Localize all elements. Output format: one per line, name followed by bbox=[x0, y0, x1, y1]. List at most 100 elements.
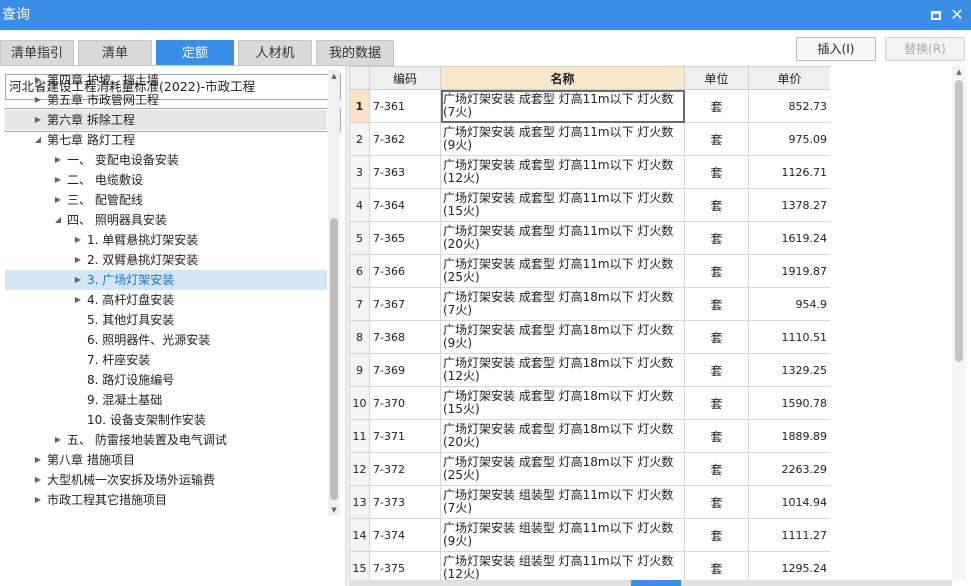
tree-item[interactable]: ▶ 市政工程其它措施项目 bbox=[5, 490, 327, 510]
triangle-right-icon[interactable]: ▶ bbox=[33, 470, 43, 490]
code-cell[interactable]: 7-365 bbox=[369, 221, 441, 255]
tree-item[interactable]: ▶ 2. 双臂悬挑灯架安装 bbox=[5, 250, 327, 270]
name-header[interactable]: 名称 bbox=[440, 66, 685, 90]
triangle-right-icon[interactable]: ▶ bbox=[53, 430, 63, 450]
table-row[interactable]: 15 7-375 广场灯架安装 组装型 灯高11m以下 灯火数(12火) 套 1295.… bbox=[349, 551, 830, 580]
triangle-right-icon[interactable]: ▶ bbox=[73, 270, 83, 290]
unit-cell[interactable]: 套 bbox=[684, 155, 749, 189]
replace-button[interactable]: 替换(R) bbox=[885, 37, 965, 61]
name-cell[interactable]: 广场灯架安装 成套型 灯高18m以下 灯火数(25火) bbox=[440, 452, 685, 486]
price-cell[interactable]: 975.09 bbox=[748, 122, 830, 156]
code-cell[interactable]: 7-371 bbox=[369, 419, 441, 453]
unit-cell[interactable]: 套 bbox=[684, 551, 749, 580]
unit-cell[interactable]: 套 bbox=[684, 89, 749, 123]
price-cell[interactable]: 1126.71 bbox=[748, 155, 830, 189]
row-number[interactable]: 7 bbox=[349, 287, 370, 321]
table-row[interactable]: 2 7-362 广场灯架安装 成套型 灯高11m以下 灯火数(9火) 套 975.09 bbox=[349, 122, 830, 156]
price-cell[interactable]: 1619.24 bbox=[748, 221, 830, 255]
triangle-right-icon[interactable]: ▶ bbox=[33, 70, 43, 90]
name-cell[interactable]: 广场灯架安装 组装型 灯高11m以下 灯火数(7火) bbox=[440, 485, 685, 519]
name-cell[interactable]: 广场灯架安装 成套型 灯高18m以下 灯火数(12火) bbox=[440, 353, 685, 387]
tree-item[interactable]: 9. 混凝土基础 bbox=[5, 390, 327, 410]
unit-cell[interactable]: 套 bbox=[684, 485, 749, 519]
name-cell[interactable]: 广场灯架安装 成套型 灯高18m以下 灯火数(15火) bbox=[440, 386, 685, 420]
name-cell[interactable]: 广场灯架安装 成套型 灯高18m以下 灯火数(20火) bbox=[440, 419, 685, 453]
code-cell[interactable]: 7-363 bbox=[369, 155, 441, 189]
code-cell[interactable]: 7-372 bbox=[369, 452, 441, 486]
row-number[interactable]: 14 bbox=[349, 518, 370, 552]
price-cell[interactable]: 1014.94 bbox=[748, 485, 830, 519]
table-row[interactable]: 9 7-369 广场灯架安装 成套型 灯高18m以下 灯火数(12火) 套 1329.2… bbox=[349, 353, 830, 387]
unit-cell[interactable]: 套 bbox=[684, 419, 749, 453]
tree-item[interactable]: ◢ 第七章 路灯工程 bbox=[5, 130, 327, 150]
tab-bill-guide[interactable]: 清单指引 bbox=[0, 40, 74, 66]
triangle-right-icon[interactable]: ▶ bbox=[33, 110, 43, 130]
name-cell[interactable]: 广场灯架安装 成套型 灯高11m以下 灯火数(15火) bbox=[440, 188, 685, 222]
name-cell[interactable]: 广场灯架安装 成套型 灯高11m以下 灯火数(7火) bbox=[440, 89, 685, 123]
horizontal-scrollbar-thumb[interactable] bbox=[631, 580, 681, 586]
code-cell[interactable]: 7-366 bbox=[369, 254, 441, 288]
unit-cell[interactable]: 套 bbox=[684, 188, 749, 222]
name-cell[interactable]: 广场灯架安装 成套型 灯高11m以下 灯火数(20火) bbox=[440, 221, 685, 255]
tree-item[interactable]: ▶ 4. 高杆灯盘安装 bbox=[5, 290, 327, 310]
triangle-right-icon[interactable]: ▶ bbox=[53, 150, 63, 170]
tree-item[interactable]: ▶ 第八章 措施项目 bbox=[5, 450, 327, 470]
scroll-up-icon[interactable]: ▲ bbox=[952, 68, 966, 76]
table-row[interactable]: 7 7-367 广场灯架安装 成套型 灯高18m以下 灯火数(7火) 套 954.9 bbox=[349, 287, 830, 321]
table-row[interactable]: 10 7-370 广场灯架安装 成套型 灯高18m以下 灯火数(15火) 套 1590.… bbox=[349, 386, 830, 420]
tree-item[interactable]: ▶ 二、 电缆敷设 bbox=[5, 170, 327, 190]
price-cell[interactable]: 1889.89 bbox=[748, 419, 830, 453]
triangle-right-icon[interactable]: ▶ bbox=[33, 90, 43, 110]
tree-item[interactable]: ▶ 3. 广场灯架安装 bbox=[5, 270, 327, 290]
name-cell[interactable]: 广场灯架安装 成套型 灯高11m以下 灯火数(9火) bbox=[440, 122, 685, 156]
triangle-right-icon[interactable]: ▶ bbox=[33, 490, 43, 510]
tree-item[interactable]: ▶ 第四章 护坡、挡土墙 bbox=[5, 70, 327, 90]
tree-item[interactable]: ▶ 三、 配管配线 bbox=[5, 190, 327, 210]
tree-item[interactable]: ◢ 四、 照明器具安装 bbox=[5, 210, 327, 230]
code-cell[interactable]: 7-367 bbox=[369, 287, 441, 321]
table-scrollbar-thumb[interactable] bbox=[955, 80, 963, 362]
triangle-right-icon[interactable]: ▶ bbox=[73, 250, 83, 270]
triangle-down-icon[interactable]: ◢ bbox=[53, 210, 63, 230]
table-scrollbar[interactable]: ▲ bbox=[952, 66, 966, 580]
price-cell[interactable]: 852.73 bbox=[748, 89, 830, 123]
code-cell[interactable]: 7-370 bbox=[369, 386, 441, 420]
price-cell[interactable]: 2263.29 bbox=[748, 452, 830, 486]
table-row[interactable]: 6 7-366 广场灯架安装 成套型 灯高11m以下 灯火数(25火) 套 1919.8… bbox=[349, 254, 830, 288]
row-number[interactable]: 13 bbox=[349, 485, 370, 519]
row-number[interactable]: 15 bbox=[349, 551, 370, 580]
code-header[interactable]: 编码 bbox=[369, 66, 441, 90]
tree-item[interactable]: ▶ 第五章 市政管网工程 bbox=[5, 90, 327, 110]
price-cell[interactable]: 1590.78 bbox=[748, 386, 830, 420]
tab-bill[interactable]: 清单 bbox=[78, 40, 152, 66]
name-cell[interactable]: 广场灯架安装 成套型 灯高11m以下 灯火数(12火) bbox=[440, 155, 685, 189]
tab-my-data[interactable]: 我的数据 bbox=[316, 40, 394, 66]
code-cell[interactable]: 7-368 bbox=[369, 320, 441, 354]
price-cell[interactable]: 1110.51 bbox=[748, 320, 830, 354]
code-cell[interactable]: 7-364 bbox=[369, 188, 441, 222]
table-row[interactable]: 5 7-365 广场灯架安装 成套型 灯高11m以下 灯火数(20火) 套 1619.2… bbox=[349, 221, 830, 255]
code-cell[interactable]: 7-374 bbox=[369, 518, 441, 552]
unit-cell[interactable]: 套 bbox=[684, 221, 749, 255]
price-header[interactable]: 单价 bbox=[748, 66, 830, 90]
horizontal-scrollbar[interactable] bbox=[349, 580, 952, 586]
unit-cell[interactable]: 套 bbox=[684, 452, 749, 486]
table-row[interactable]: 14 7-374 广场灯架安装 组装型 灯高11m以下 灯火数(9火) 套 1111.2… bbox=[349, 518, 830, 552]
scroll-up-icon[interactable]: ▲ bbox=[328, 70, 340, 82]
triangle-down-icon[interactable]: ◢ bbox=[33, 130, 43, 150]
scroll-down-icon[interactable]: ▼ bbox=[328, 504, 340, 516]
tree-item[interactable]: 7. 杆座安装 bbox=[5, 350, 327, 370]
unit-cell[interactable]: 套 bbox=[684, 320, 749, 354]
price-cell[interactable]: 954.9 bbox=[748, 287, 830, 321]
row-number[interactable]: 10 bbox=[349, 386, 370, 420]
unit-cell[interactable]: 套 bbox=[684, 122, 749, 156]
tab-resources[interactable]: 人材机 bbox=[238, 40, 312, 66]
price-cell[interactable]: 1378.27 bbox=[748, 188, 830, 222]
code-cell[interactable]: 7-373 bbox=[369, 485, 441, 519]
name-cell[interactable]: 广场灯架安装 组装型 灯高11m以下 灯火数(9火) bbox=[440, 518, 685, 552]
row-number[interactable]: 3 bbox=[349, 155, 370, 189]
name-cell[interactable]: 广场灯架安装 组装型 灯高11m以下 灯火数(12火) bbox=[440, 551, 685, 580]
table-row[interactable]: 12 7-372 广场灯架安装 成套型 灯高18m以下 灯火数(25火) 套 2263.… bbox=[349, 452, 830, 486]
name-cell[interactable]: 广场灯架安装 成套型 灯高18m以下 灯火数(7火) bbox=[440, 287, 685, 321]
unit-cell[interactable]: 套 bbox=[684, 353, 749, 387]
